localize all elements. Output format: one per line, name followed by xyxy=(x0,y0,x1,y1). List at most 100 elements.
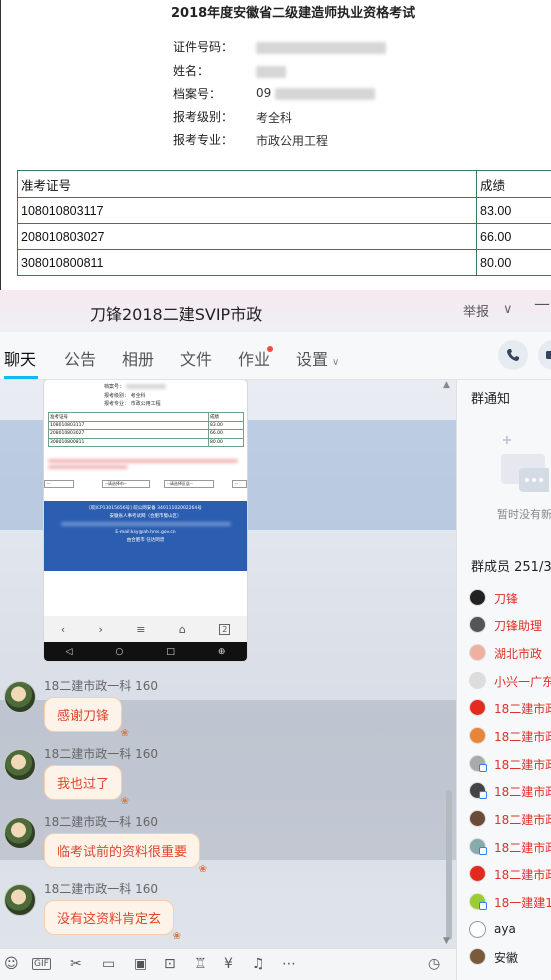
tab-files[interactable]: 文件 xyxy=(180,346,212,370)
bubble-decoration-icon: ❀ xyxy=(120,796,130,807)
mini-label: 报考专业： 市政公用工程 xyxy=(104,401,161,407)
tab-chat[interactable]: 聊天 xyxy=(4,346,36,370)
message-bubble[interactable]: 没有这资料肯定玄 ❀ xyxy=(44,900,181,942)
notification-dot xyxy=(267,346,273,352)
more-icon[interactable]: ⋯ xyxy=(282,956,296,972)
member-item[interactable]: 18二建市政 xyxy=(469,809,551,829)
scroll-down-icon[interactable]: ▼ xyxy=(443,936,450,946)
message-bubble[interactable]: 我也过了 ❀ xyxy=(44,765,129,807)
score-table-header: 准考证号 成绩 xyxy=(17,170,551,198)
group-name: 刀锋2018二建SVIP市政 xyxy=(90,305,263,324)
bubble-decoration-icon: ❀ xyxy=(120,728,130,739)
ticket-number: 308010800811 xyxy=(17,249,477,276)
gift-icon[interactable]: ♖ xyxy=(194,956,207,972)
header-ticket: 准考证号 xyxy=(17,170,477,198)
member-name: 小兴一广东 xyxy=(494,675,551,689)
avatar[interactable] xyxy=(4,817,36,849)
member-name: 18二建市政 xyxy=(494,785,551,799)
tab-settings[interactable]: 设置 ∨ xyxy=(296,346,339,370)
member-item[interactable]: 18二建市政 xyxy=(469,781,551,801)
minimize-button[interactable]: — xyxy=(534,294,550,313)
scroll-up-icon[interactable]: ▲ xyxy=(443,380,450,390)
avatar[interactable] xyxy=(4,681,36,713)
cert-value-name xyxy=(256,64,286,78)
tab-homework[interactable]: 作业 xyxy=(238,346,270,370)
avatar xyxy=(469,727,486,744)
tab-bar: 聊天 公告 相册 文件 作业 设置 ∨ xyxy=(0,332,551,380)
ticket-number: 108010803117 xyxy=(17,197,477,224)
message-bubble[interactable]: 感谢刀锋 ❀ xyxy=(44,697,129,739)
gif-icon[interactable]: GIF xyxy=(32,958,51,970)
cert-value-level: 考全科 xyxy=(256,111,293,125)
avatar xyxy=(469,810,486,827)
avatar xyxy=(469,672,486,689)
image-message[interactable]: 档案号： 报考级别： 考全科 报考专业： 市政公用工程 准考证号 成绩 10801… xyxy=(44,380,247,661)
member-item[interactable]: 小兴一广东 xyxy=(469,671,551,691)
member-item[interactable]: aya xyxy=(469,920,551,940)
scissors-icon[interactable]: ✂ xyxy=(70,956,82,972)
certificate-photo: 2018年度安徽省二级建造师执业资格考试 证件号码： 姓名： 档案号： 09 报… xyxy=(0,0,551,290)
member-name: 湖北市政 xyxy=(494,647,543,661)
member-item[interactable]: 刀锋 xyxy=(469,588,551,608)
member-item[interactable]: 18二建市政 xyxy=(469,698,551,718)
avatar[interactable] xyxy=(4,884,36,916)
member-item[interactable]: 18二建市政 xyxy=(469,754,551,774)
member-name: 18二建市政 xyxy=(494,702,551,716)
member-item[interactable]: 湖北市政 xyxy=(469,643,551,663)
video-icon[interactable] xyxy=(538,340,551,370)
sender-name[interactable]: 18二建市政一科 160 xyxy=(44,677,158,694)
member-item[interactable]: 18二建市政 xyxy=(469,864,551,884)
member-name: 安徽 xyxy=(494,951,519,965)
bell-icon[interactable]: ♫ xyxy=(252,956,265,972)
report-button[interactable]: 举报 xyxy=(463,301,489,320)
group-chat-window: 刀锋2018二建SVIP市政 举报 ∨ — 聊天 公告 相册 文件 作业 设置 ∨… xyxy=(0,290,551,980)
title-bar: 刀锋2018二建SVIP市政 举报 ∨ — xyxy=(0,290,551,332)
member-item[interactable]: 18二建市政 xyxy=(469,837,551,857)
avatar[interactable] xyxy=(4,749,36,781)
composer-toolbar: ☺ GIF ✂ ▭ ▣ ⊡ ♖ ¥ ♫ ⋯ ◷ xyxy=(0,948,456,980)
table-row: 108010803117 83.00 xyxy=(17,197,551,224)
score: 66.00 xyxy=(476,223,551,250)
sender-name[interactable]: 18二建市政一科 160 xyxy=(44,745,158,762)
member-name: 18二建市政 xyxy=(494,868,551,882)
active-tab-indicator xyxy=(4,376,38,379)
ticket-number: 208010803027 xyxy=(17,223,477,250)
member-name: 18一建建1 xyxy=(494,896,551,910)
chat-scrollbar[interactable] xyxy=(446,790,452,940)
member-name: 刀锋助理 xyxy=(494,619,543,633)
member-name: 18二建市政 xyxy=(494,813,551,827)
certificate-title: 2018年度安徽省二级建造师执业资格考试 xyxy=(171,6,416,21)
member-item[interactable]: 安徽 xyxy=(469,947,551,967)
phone-icon[interactable] xyxy=(498,340,528,370)
chevron-down-icon[interactable]: ∨ xyxy=(503,302,513,317)
message-bubble[interactable]: 临考试前的资料很重要 ❀ xyxy=(44,833,207,875)
member-item[interactable]: 刀锋助理 xyxy=(469,615,551,635)
member-item[interactable]: 18二建市政 xyxy=(469,726,551,746)
mini-footer: [皖ICP13015656号] 皖公网安备 34011102002264号 安徽… xyxy=(44,501,247,571)
header-score: 成绩 xyxy=(476,170,551,198)
bubble-decoration-icon: ❀ xyxy=(172,931,182,942)
mini-system-bar: ◁ ○ □ ⊕ xyxy=(44,642,247,661)
cert-value-file: 09 xyxy=(256,86,376,100)
notice-empty-text: 暂时没有新 xyxy=(497,508,551,521)
cert-label-level: 报考级别： xyxy=(173,110,234,124)
image-icon[interactable]: ▣ xyxy=(134,956,147,972)
sender-name[interactable]: 18二建市政一科 160 xyxy=(44,813,158,830)
member-item[interactable]: 18一建建1 xyxy=(469,892,551,912)
shake-icon[interactable]: ⊡ xyxy=(164,956,176,972)
avatar xyxy=(469,616,486,633)
emoji-icon[interactable]: ☺ xyxy=(4,956,19,972)
avatar xyxy=(469,865,486,882)
chat-area[interactable]: 档案号： 报考级别： 考全科 报考专业： 市政公用工程 准考证号 成绩 10801… xyxy=(0,380,456,948)
tab-album[interactable]: 相册 xyxy=(122,346,154,370)
red-packet-icon[interactable]: ¥ xyxy=(224,956,233,972)
folder-icon[interactable]: ▭ xyxy=(102,956,115,972)
table-row: 208010803027 66.00 xyxy=(17,223,551,250)
right-panel: 群通知 暂时没有新 群成员 251/3 刀锋 刀锋助理 湖北市政 小兴一广东 1… xyxy=(456,380,551,980)
cert-label-name: 姓名： xyxy=(173,64,210,78)
tab-announcement[interactable]: 公告 xyxy=(64,346,96,370)
avatar xyxy=(469,589,486,606)
mini-notice-text xyxy=(48,458,246,470)
sender-name[interactable]: 18二建市政一科 160 xyxy=(44,880,158,897)
clock-icon[interactable]: ◷ xyxy=(428,956,440,972)
